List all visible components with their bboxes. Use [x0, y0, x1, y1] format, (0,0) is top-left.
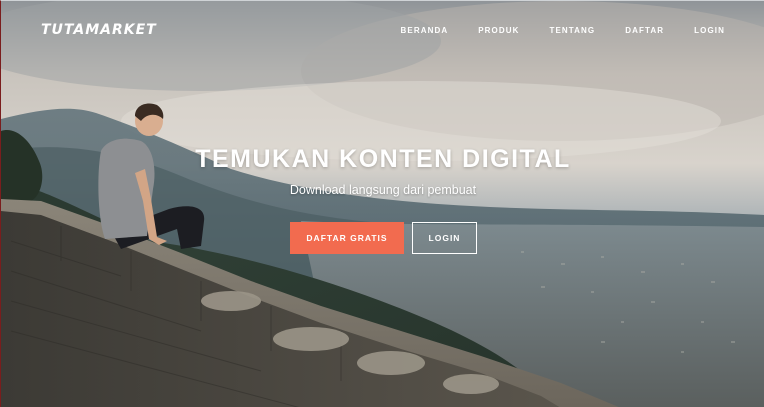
nav-item-login[interactable]: LOGIN	[694, 26, 725, 35]
nav-menu: BERANDA PRODUK TENTANG DAFTAR LOGIN	[371, 26, 726, 35]
hero-subheadline: Download langsung dari pembuat	[289, 183, 477, 197]
hero-section: TUTAMARKET BERANDA PRODUK TENTANG DAFTAR…	[0, 0, 764, 407]
brand-logo[interactable]: TUTAMARKET	[41, 22, 157, 38]
nav-item-daftar[interactable]: DAFTAR	[625, 26, 664, 35]
top-navigation: TUTAMARKET BERANDA PRODUK TENTANG DAFTAR…	[1, 1, 764, 61]
signup-free-button[interactable]: DAFTAR GRATIS	[290, 222, 404, 254]
nav-item-beranda[interactable]: BERANDA	[401, 26, 449, 35]
nav-item-tentang[interactable]: TENTANG	[549, 26, 595, 35]
login-button[interactable]: LOGIN	[412, 222, 477, 254]
hero-background-image	[1, 1, 764, 407]
nav-item-produk[interactable]: PRODUK	[478, 26, 519, 35]
hero-headline: TEMUKAN KONTEN DIGITAL	[195, 145, 571, 173]
